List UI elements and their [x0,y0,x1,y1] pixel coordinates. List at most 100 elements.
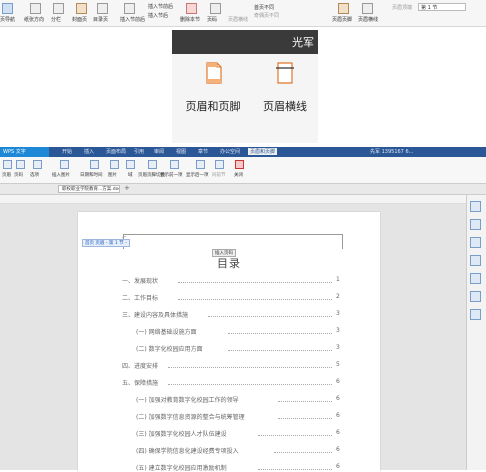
menu-section[interactable]: 章节 [198,148,208,155]
header-rule-icon[interactable] [362,3,373,14]
tool-page-number[interactable]: 页码 [14,172,23,178]
date-time-icon[interactable] [90,160,99,169]
tool-field[interactable]: 域 [128,172,133,178]
field-icon[interactable] [126,160,135,169]
menu-layout[interactable]: 页面布局 [106,148,126,155]
tool-header[interactable]: 页眉 [2,172,11,178]
ribbon-delete-section[interactable]: 删除本节 [180,16,200,23]
menu-view[interactable]: 视图 [176,148,186,155]
close-icon[interactable] [235,160,244,169]
menu-header-footer[interactable]: 页眉和页脚 [248,148,278,155]
orientation-icon[interactable] [30,3,41,14]
cover-page-icon[interactable] [76,3,87,14]
toc-page-num: 1 [336,276,340,283]
header-footer-button[interactable]: 页眉和页脚 [180,62,246,118]
ribbon-header-rule[interactable]: 页眉横线 [358,16,378,23]
toc-entry[interactable]: (一) 加强对教育数字化校园工作的领导 [136,395,239,404]
toc-entry[interactable]: 三、建设内容及具体措施 [122,310,188,319]
toc-leader [208,316,332,317]
switch-header-footer-icon[interactable] [148,160,157,169]
tool-close[interactable]: 关闭 [234,172,243,178]
tool-show-previous[interactable]: 显示前一项 [160,172,183,178]
section-select[interactable]: 第 1 节 [418,3,466,11]
tool-options[interactable]: 选项 [30,172,39,178]
toc-entry[interactable]: (五) 建立数字化校园应用激励机制 [136,463,227,472]
toc-entry[interactable]: (二) 加强数字信息资源的整合与统筹管理 [136,412,245,421]
panel-nav-icon[interactable] [470,255,481,266]
odd-even-diff-checkbox[interactable]: 奇偶页不同 [254,12,279,19]
document-tab[interactable]: 职校职业学院教育...方案.doc * [58,185,120,193]
ribbon-page-nav[interactable]: 页导航 [0,16,15,23]
toc-entry[interactable]: (三) 加强数字化校园人才队伍建设 [136,429,227,438]
ribbon-section-break[interactable]: 插入节前后 [120,16,145,23]
toc-entry[interactable]: 二、工作目标 [122,293,158,302]
ribbon-columns[interactable]: 分栏 [51,16,61,23]
zoom-titlebar: 光军 [172,30,318,54]
tool-show-next[interactable]: 显示后一项 [186,172,209,178]
toc-entry[interactable]: 四、进度安排 [122,361,158,370]
picture-icon[interactable] [110,160,119,169]
ribbon-toc-page[interactable]: 目录页 [93,16,108,23]
ribbon-header-footer[interactable]: 页眉页脚 [332,16,352,23]
document-page: ⌐ 首页 页眉 - 第 1 节 - 插入页码 目录 一、发展现状 1 二、工作目… [78,212,380,472]
toc-leader [258,435,332,436]
panel-property-icon[interactable] [470,237,481,248]
tool-date-time[interactable]: 日期和时间 [80,172,103,178]
tool-picture[interactable]: 图片 [108,172,117,178]
first-page-diff-checkbox[interactable]: 首页不同 [254,4,274,11]
header-rule-label: 页眉横线 [263,100,307,113]
tool-link-previous[interactable]: 同前节 [212,172,226,178]
ribbon-cover-page[interactable]: 封面页 [72,16,87,23]
toc-page-icon[interactable] [97,3,108,14]
header-footer-icon[interactable] [338,3,349,14]
ribbon-insert-after[interactable]: 插入节后 [148,12,168,19]
columns-icon[interactable] [53,3,64,14]
toc-leader [228,350,332,351]
header-icon[interactable] [3,160,12,169]
toc-page-num: 6 [336,429,340,436]
show-next-icon[interactable] [196,160,205,169]
ribbon-page-number[interactable]: 页码 [207,16,217,23]
panel-share-icon[interactable] [470,291,481,302]
header-edit-box[interactable] [123,234,343,249]
section-break-icon[interactable] [124,3,135,14]
toc-leader [274,452,332,453]
page-number-icon[interactable] [16,160,25,169]
menu-reference[interactable]: 引用 [134,148,144,155]
toc-page-num: 5 [336,361,340,368]
header-footer-toolbar: 页眉 页码 选项 插入图片 日期和时间 图片 域 页眉页脚切换 显示前一项 显示… [0,157,486,184]
delete-section-icon[interactable] [186,3,197,14]
page-nav-icon[interactable] [2,3,13,14]
ribbon-orientation[interactable]: 纸张方向 [24,16,44,23]
toc-page-num: 3 [336,344,340,351]
panel-style-icon[interactable] [470,201,481,212]
tool-insert-picture[interactable]: 插入图片 [52,172,70,178]
ribbon-insert-before[interactable]: 插入节前后 [148,3,173,10]
toc-entry[interactable]: 五、保障措施 [122,378,158,387]
panel-backup-icon[interactable] [470,273,481,284]
app-menu-button[interactable]: WPS 文字 [0,147,49,157]
show-previous-icon[interactable] [170,160,179,169]
link-previous-icon[interactable] [215,160,224,169]
options-icon[interactable] [33,160,42,169]
quick-access-toolbar[interactable] [4,186,44,192]
panel-help-icon[interactable] [470,309,481,320]
ribbon-header-line[interactable]: 页眉横线 [228,16,248,23]
menu-office-space[interactable]: 办公空间 [220,148,240,155]
toc-leader [168,384,332,385]
user-info[interactable]: 先军 1395167 6... [370,148,413,155]
insert-picture-icon[interactable] [60,160,69,169]
toc-entry[interactable]: (一) 网络基础设施方面 [136,327,197,336]
menu-insert[interactable]: 插入 [84,148,94,155]
new-tab-icon[interactable]: + [124,184,130,192]
menu-home[interactable]: 开始 [62,148,72,155]
menu-review[interactable]: 审阅 [154,148,164,155]
panel-select-icon[interactable] [470,219,481,230]
page-number-icon[interactable] [210,3,221,14]
ruler [0,195,486,204]
toc-entry[interactable]: 一、发展现状 [122,276,158,285]
ribbon-header-top[interactable]: 页眉顶端 [392,4,412,11]
header-rule-button[interactable]: 页眉横线 [252,62,318,118]
toc-entry[interactable]: (四) 确保学院信息化建设经费专项投入 [136,446,239,455]
toc-entry[interactable]: (二) 数字化校园应用方面 [136,344,203,353]
